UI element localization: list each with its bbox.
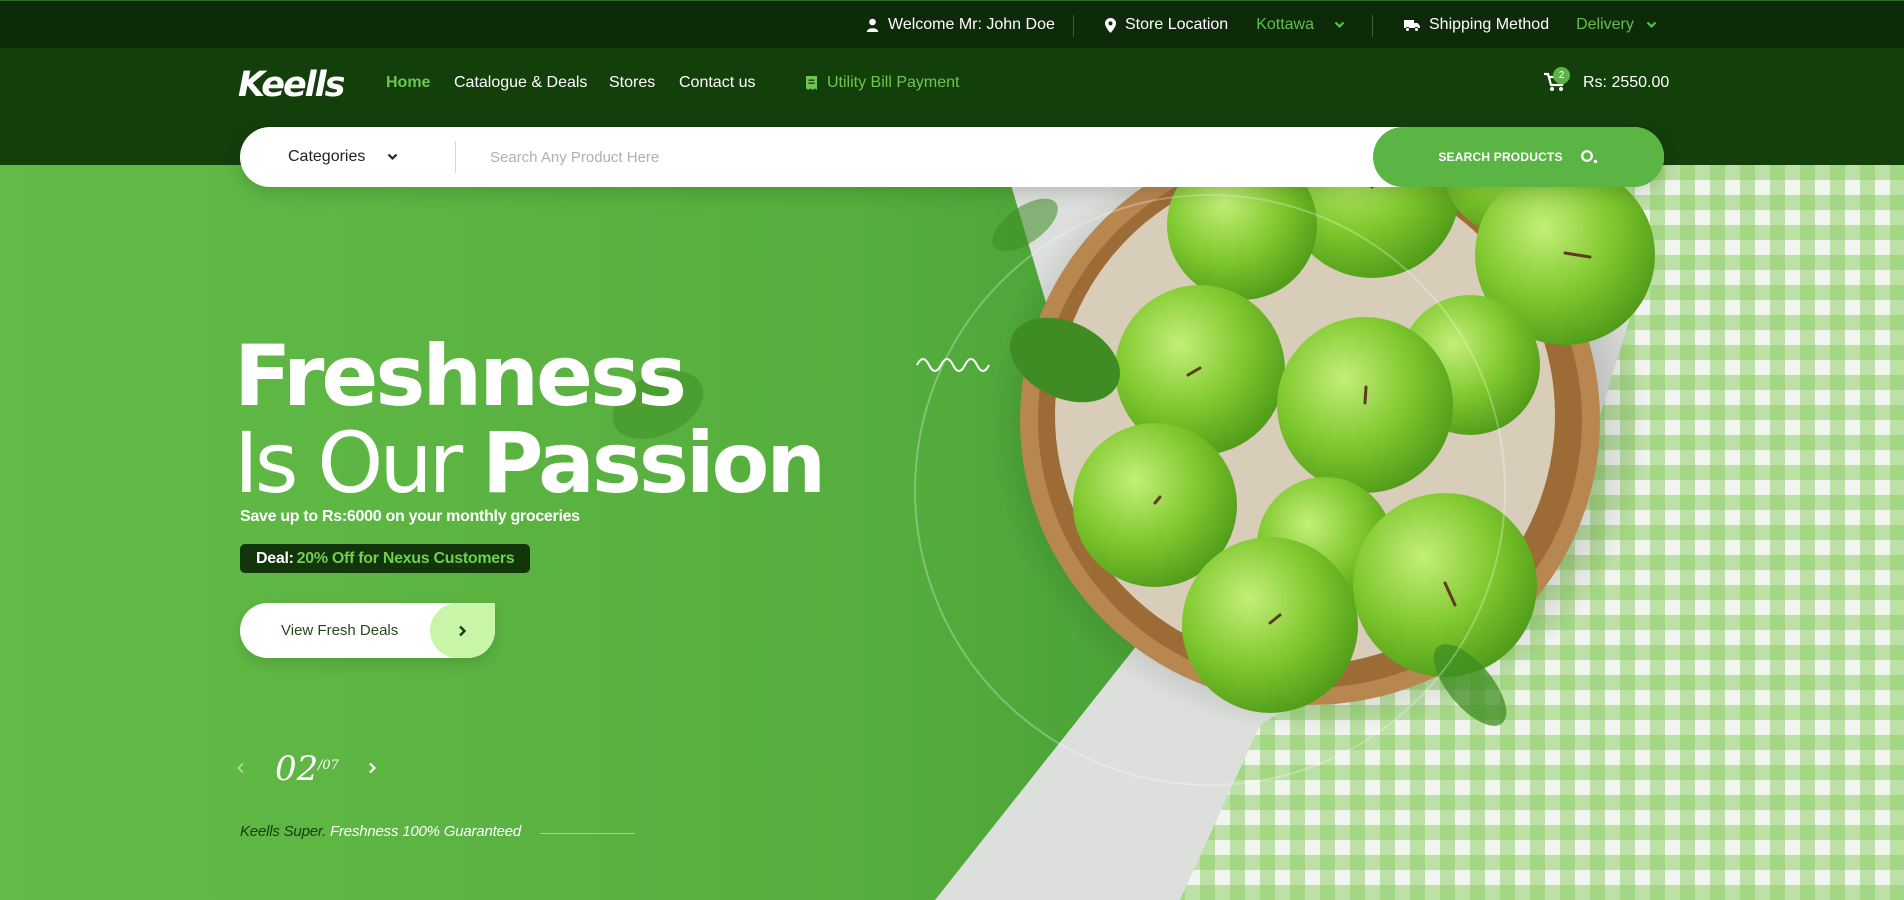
store-location-label: Store Location — [1125, 16, 1229, 33]
receipt-icon — [806, 76, 817, 90]
slide-total-number: /07 — [318, 758, 339, 773]
topbar-divider — [1073, 15, 1074, 37]
search-icon — [1580, 150, 1597, 164]
truck-icon — [1404, 19, 1420, 32]
topbar-divider — [1372, 15, 1373, 37]
hero-tagline: Keells Super. Freshness 100% Guaranteed — [240, 823, 521, 840]
chevron-down-icon — [1334, 21, 1354, 29]
utility-bill-link[interactable]: Utility Bill Payment — [805, 74, 959, 92]
store-location-value: Kottawa — [1256, 16, 1314, 33]
chevron-down-icon — [387, 153, 398, 161]
slide-prev-icon[interactable] — [236, 762, 245, 774]
categories-label: Categories — [288, 148, 366, 165]
shipping-label: Shipping Method — [1429, 16, 1550, 33]
shipping-method-selector[interactable]: Shipping Method Delivery — [1404, 1, 1666, 49]
search-bar: Categories SEARCH PRODUCTS — [240, 127, 1664, 187]
shipping-value: Delivery — [1576, 16, 1634, 33]
chevron-down-icon — [1646, 21, 1666, 29]
hero-title-light: Is Our — [234, 414, 463, 512]
nav-home[interactable]: Home — [386, 74, 430, 92]
view-fresh-deals-button[interactable]: View Fresh Deals — [240, 603, 495, 658]
nav-contact-us[interactable]: Contact us — [679, 74, 755, 92]
store-location-selector[interactable]: Store Location Kottawa — [1105, 1, 1354, 49]
tagline-divider — [540, 833, 635, 834]
hero-title-line2: Is Our Passion — [234, 421, 826, 505]
welcome-text: Welcome Mr: John Doe — [888, 16, 1055, 33]
chevron-right-icon — [430, 603, 495, 658]
top-bar: Welcome Mr: John Doe Store Location Kott… — [0, 0, 1904, 48]
search-button-label: SEARCH PRODUCTS — [1438, 150, 1563, 164]
apples-basket-image — [612, 165, 1904, 900]
cart-count-badge: 2 — [1553, 67, 1570, 84]
deal-label: Deal: — [256, 549, 294, 567]
search-input[interactable] — [490, 127, 1310, 187]
hero-title-bold: Passion — [481, 414, 826, 512]
nav-stores[interactable]: Stores — [609, 74, 655, 92]
hero-title-line1: Freshness — [234, 327, 687, 425]
search-divider — [455, 141, 456, 173]
cta-label: View Fresh Deals — [281, 622, 399, 639]
deal-badge: Deal: 20% Off for Nexus Customers — [240, 544, 531, 573]
keells-logo[interactable]: Keells — [238, 65, 346, 105]
search-products-button[interactable]: SEARCH PRODUCTS — [1373, 127, 1664, 187]
hero-banner: Freshness Is Our Passion Save up to Rs:6… — [0, 165, 1904, 900]
user-icon — [866, 18, 879, 32]
slide-current-number: 02 — [275, 749, 319, 789]
categories-dropdown[interactable]: Categories — [288, 127, 398, 187]
cart-total[interactable]: Rs: 2550.00 — [1583, 74, 1669, 92]
hero-subtitle: Save up to Rs:6000 on your monthly groce… — [240, 508, 580, 525]
utility-bill-label: Utility Bill Payment — [827, 74, 960, 91]
tagline-brand: Keells Super. — [240, 823, 327, 840]
slide-next-icon[interactable] — [368, 762, 377, 774]
tagline-text: Freshness 100% Guaranteed — [330, 823, 521, 840]
deal-text: 20% Off for Nexus Customers — [296, 549, 515, 567]
welcome-item[interactable]: Welcome Mr: John Doe — [866, 1, 1055, 49]
map-pin-icon — [1105, 17, 1116, 33]
nav-catalogue-deals[interactable]: Catalogue & Deals — [454, 74, 587, 92]
